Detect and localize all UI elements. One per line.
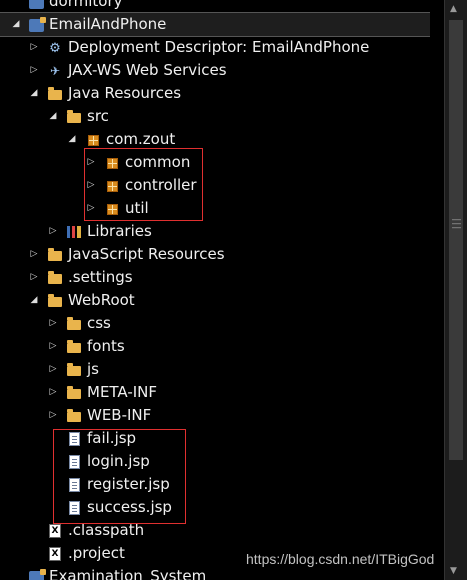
tree-item-label: fonts xyxy=(87,337,125,355)
highlight-box-packages xyxy=(84,148,203,221)
scroll-down-arrow-icon[interactable]: ▼ xyxy=(450,566,457,576)
web-services-icon: ✈ xyxy=(49,63,61,78)
expand-arrow-icon[interactable]: ◢ xyxy=(11,13,21,36)
expand-arrow-icon[interactable]: ◢ xyxy=(29,82,39,105)
collapse-arrow-icon[interactable]: ▷ xyxy=(48,312,58,335)
source-folder-icon xyxy=(66,109,82,125)
tree-item-label: META-INF xyxy=(87,383,158,401)
collapse-arrow-icon[interactable]: ▷ xyxy=(29,59,39,82)
folder-icon xyxy=(66,408,82,424)
tree-item-css[interactable]: ▷ css xyxy=(0,312,430,335)
project-explorer-tree: dormitory ◢ EmailAndPhone ▷ ⚙ Deployment… xyxy=(0,0,430,580)
collapse-arrow-icon[interactable]: ▷ xyxy=(48,381,58,404)
tree-item-settings[interactable]: ▷ .settings xyxy=(0,266,430,289)
tree-item-util[interactable]: ▷ util xyxy=(0,197,430,220)
collapse-arrow-icon[interactable]: ▷ xyxy=(29,243,39,266)
expand-arrow-icon[interactable]: ◢ xyxy=(29,289,39,312)
tree-item-label: .settings xyxy=(68,268,133,286)
project-icon xyxy=(28,568,46,580)
scrollbar-grip-icon: ― ― ― xyxy=(452,215,461,233)
tree-item-web-inf[interactable]: ▷ WEB-INF xyxy=(0,404,430,427)
tree-item-label: Java Resources xyxy=(68,84,182,102)
libraries-icon xyxy=(66,224,82,240)
xml-file-icon: X xyxy=(47,546,63,562)
tree-item-com-zout[interactable]: ◢ com.zout xyxy=(0,128,430,151)
tree-item-deployment-descriptor[interactable]: ▷ ⚙ Deployment Descriptor: EmailAndPhone xyxy=(0,36,430,59)
watermark: https://blog.csdn.net/ITBigGod xyxy=(246,551,435,567)
expand-arrow-icon[interactable]: ◢ xyxy=(48,105,58,128)
tree-item-jax-ws[interactable]: ▷ ✈ JAX-WS Web Services xyxy=(0,59,430,82)
tree-item-label: js xyxy=(87,360,99,378)
folder-icon xyxy=(47,293,63,309)
tree-item-libraries[interactable]: ▷ Libraries xyxy=(0,220,430,243)
tree-item-emailandphone[interactable]: ◢ EmailAndPhone xyxy=(0,12,430,37)
scroll-up-arrow-icon[interactable]: ▲ xyxy=(450,4,457,14)
folder-icon xyxy=(66,385,82,401)
tree-item-dormitory[interactable]: dormitory xyxy=(0,0,430,13)
project-icon xyxy=(28,0,44,10)
tree-item-label: WebRoot xyxy=(68,291,135,309)
tree-item-controller[interactable]: ▷ controller xyxy=(0,174,430,197)
tree-item-webroot[interactable]: ◢ WebRoot xyxy=(0,289,430,312)
folder-icon xyxy=(47,270,63,286)
tree-item-java-resources[interactable]: ◢ Java Resources xyxy=(0,82,430,105)
tree-item-label: src xyxy=(87,107,109,125)
tree-item-examination-system[interactable]: Examination_System xyxy=(0,565,430,580)
collapse-arrow-icon[interactable]: ▷ xyxy=(48,404,58,427)
tree-item-label: .project xyxy=(68,544,125,562)
java-resources-icon xyxy=(47,86,63,102)
tree-item-javascript-resources[interactable]: ▷ JavaScript Resources xyxy=(0,243,430,266)
tree-item-label: JAX-WS Web Services xyxy=(68,61,227,79)
xml-file-icon: X xyxy=(47,523,63,539)
package-icon xyxy=(85,132,101,148)
vertical-scrollbar[interactable]: ▲ ― ― ― ▼ xyxy=(444,0,467,580)
tree-item-label: EmailAndPhone xyxy=(49,15,167,33)
folder-icon xyxy=(66,316,82,332)
collapse-arrow-icon[interactable]: ▷ xyxy=(29,266,39,289)
javascript-resources-icon xyxy=(47,247,63,263)
tree-item-label: Examination_System xyxy=(49,567,207,580)
tree-item-common[interactable]: ▷ common xyxy=(0,151,430,174)
tree-item-src[interactable]: ◢ src xyxy=(0,105,430,128)
tree-item-meta-inf[interactable]: ▷ META-INF xyxy=(0,381,430,404)
tree-item-js[interactable]: ▷ js xyxy=(0,358,430,381)
tree-item-label: Libraries xyxy=(87,222,152,240)
tree-item-label: JavaScript Resources xyxy=(68,245,225,263)
collapse-arrow-icon[interactable]: ▷ xyxy=(48,220,58,243)
collapse-arrow-icon[interactable]: ▷ xyxy=(29,36,39,59)
tree-item-label: WEB-INF xyxy=(87,406,152,424)
tree-item-label: css xyxy=(87,314,111,332)
folder-icon xyxy=(66,339,82,355)
tree-item-label: Deployment Descriptor: EmailAndPhone xyxy=(68,38,370,56)
tree-item-label: dormitory xyxy=(49,0,123,10)
highlight-box-jsp-files xyxy=(53,429,186,524)
collapse-arrow-icon[interactable]: ▷ xyxy=(48,358,58,381)
folder-icon xyxy=(66,362,82,378)
tree-item-fonts[interactable]: ▷ fonts xyxy=(0,335,430,358)
deployment-descriptor-icon: ⚙ xyxy=(49,40,61,56)
collapse-arrow-icon[interactable]: ▷ xyxy=(48,335,58,358)
scrollbar-thumb[interactable] xyxy=(449,20,463,460)
project-icon xyxy=(28,16,46,33)
expand-arrow-icon[interactable]: ◢ xyxy=(67,128,77,151)
